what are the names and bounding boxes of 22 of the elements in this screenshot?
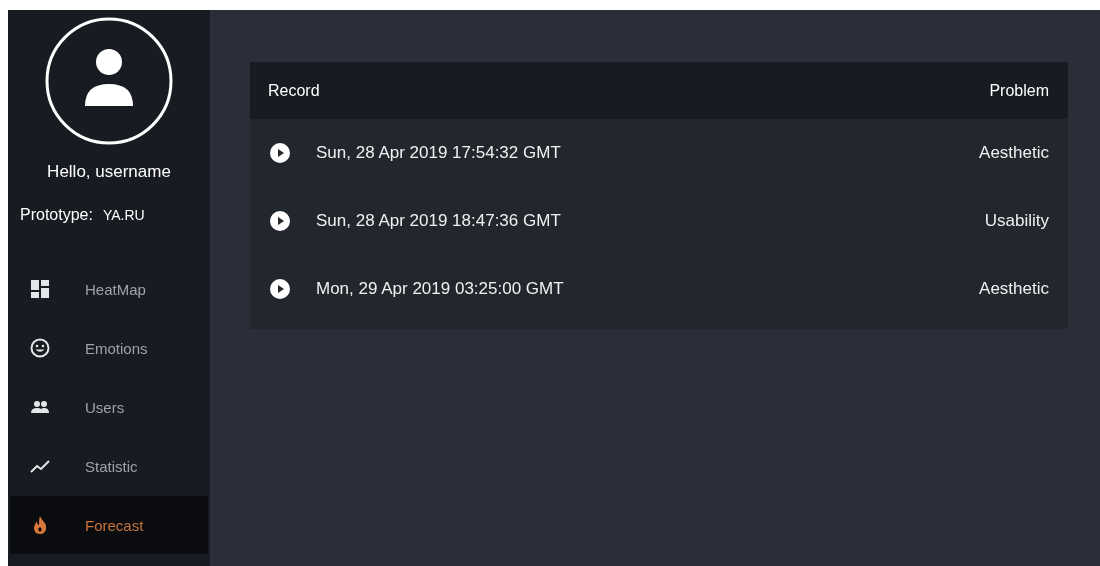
table-cell: Aesthetic [979, 143, 1049, 163]
column-header: Problem [989, 81, 1049, 100]
smiley-icon [30, 338, 50, 358]
play-button[interactable] [270, 143, 290, 163]
prototype-value: YA.RU [102, 207, 145, 223]
table-cell: Usability [984, 211, 1049, 231]
table-cell: Aesthetic [979, 279, 1049, 299]
play-button[interactable] [270, 279, 290, 299]
play-button[interactable] [270, 211, 290, 231]
prototype-label: Prototype: [20, 206, 93, 224]
grid-icon [30, 279, 50, 299]
nav-item[interactable]: HeatMap [10, 260, 208, 318]
nav-item[interactable]: Emotions [10, 319, 208, 377]
nav-item[interactable]: Forecast [10, 496, 208, 554]
table-cell-text: Sun, 28 Apr 2019 18:47:36 GMT [316, 211, 562, 231]
greeting: Hello, username [47, 162, 171, 182]
avatar-icon [44, 16, 174, 146]
table-cell-text: Sun, 28 Apr 2019 17:54:32 GMT [316, 143, 562, 163]
nav-item[interactable]: Users [10, 378, 208, 436]
table-cell-text: Mon, 29 Apr 2019 03:25:00 GMT [316, 279, 565, 299]
column-header: Record [268, 81, 320, 100]
nav-item[interactable]: Statistic [10, 437, 208, 495]
